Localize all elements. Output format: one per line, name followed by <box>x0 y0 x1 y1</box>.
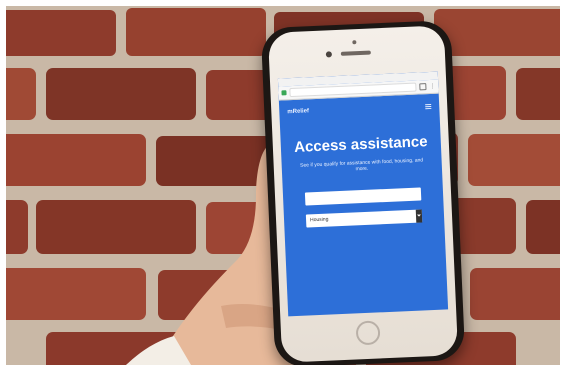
earpiece-speaker <box>340 50 371 56</box>
hero-subtitle: See if you qualify for assistance with f… <box>299 157 424 173</box>
phone-screen: ⋮ mRelief Access assistance See if you q… <box>277 71 449 317</box>
sensor-icon <box>352 40 357 45</box>
tabs-icon[interactable] <box>419 83 427 91</box>
front-camera-icon <box>325 51 333 58</box>
category-select-value: Housing <box>309 216 329 224</box>
phone: ⋮ mRelief Access assistance See if you q… <box>260 20 466 365</box>
zip-input[interactable] <box>304 187 422 206</box>
home-button[interactable] <box>355 320 381 346</box>
menu-dots-icon[interactable]: ⋮ <box>429 83 435 89</box>
category-select[interactable]: Housing <box>305 209 423 228</box>
chevron-down-icon[interactable] <box>415 209 423 223</box>
lock-icon <box>281 90 287 96</box>
hero-title: Access assistance <box>293 133 428 156</box>
photo: ⋮ mRelief Access assistance See if you q… <box>6 6 560 365</box>
hamburger-icon[interactable] <box>425 103 432 110</box>
logo[interactable]: mRelief <box>287 108 309 115</box>
phone-face: ⋮ mRelief Access assistance See if you q… <box>267 25 459 363</box>
